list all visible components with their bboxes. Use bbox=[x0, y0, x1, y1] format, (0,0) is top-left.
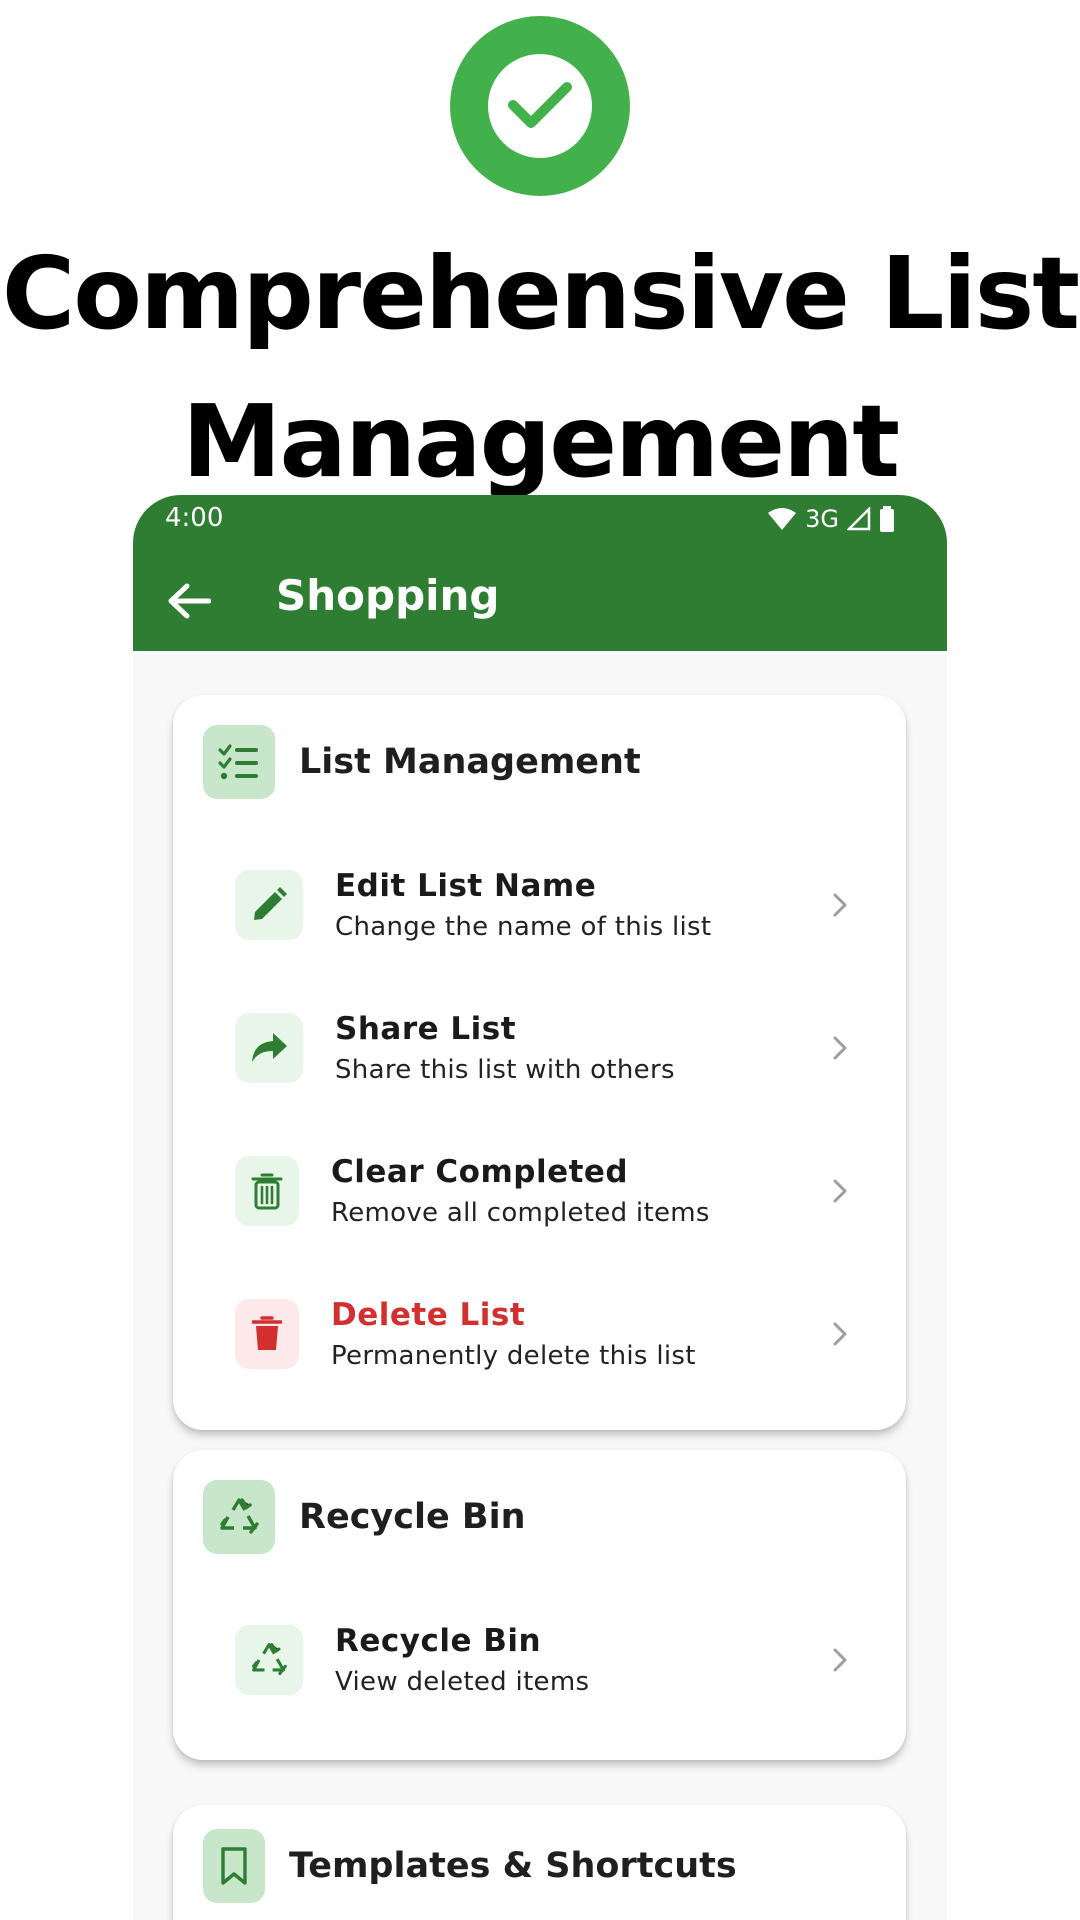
success-badge bbox=[450, 16, 630, 196]
recycle-icon bbox=[252, 1643, 287, 1676]
row-title: Edit List Name bbox=[335, 868, 597, 904]
clear-completed-row[interactable]: Clear Completed Remove all completed ite… bbox=[235, 1141, 875, 1241]
row-title: Share List bbox=[335, 1011, 517, 1047]
back-button[interactable] bbox=[161, 573, 217, 629]
templates-title: Templates & Shortcuts bbox=[289, 1846, 737, 1886]
app-title: Shopping bbox=[276, 571, 500, 620]
back-arrow-icon bbox=[168, 583, 211, 619]
row-subtitle: Change the name of this list bbox=[335, 912, 712, 942]
delete-list-row[interactable]: Delete List Permanently delete this list bbox=[235, 1284, 875, 1384]
app-bar: 4:00 3G Shopping bbox=[133, 495, 947, 651]
list-management-title: List Management bbox=[299, 742, 641, 782]
templates-header: Templates & Shortcuts bbox=[203, 1829, 737, 1903]
recycle-icon bbox=[220, 1498, 259, 1534]
row-title: Delete List bbox=[331, 1297, 526, 1333]
check-circle-icon bbox=[508, 82, 572, 128]
templates-card: Templates & Shortcuts bbox=[173, 1805, 906, 1920]
battery-icon bbox=[880, 506, 894, 532]
pencil-icon bbox=[254, 887, 287, 920]
trash-icon bbox=[252, 1316, 282, 1350]
wifi-icon bbox=[768, 508, 797, 530]
network-label: 3G bbox=[805, 505, 839, 533]
row-subtitle: Remove all completed items bbox=[331, 1198, 710, 1228]
cell-signal-icon bbox=[847, 507, 871, 531]
phone-screen: 4:00 3G Shopping List Management Edit Li… bbox=[133, 495, 947, 1920]
share-icon bbox=[252, 1033, 287, 1062]
row-subtitle: View deleted items bbox=[335, 1667, 590, 1697]
status-time: 4:00 bbox=[165, 503, 224, 533]
chevron-right-icon bbox=[833, 1179, 847, 1203]
edit-list-name-row[interactable]: Edit List Name Change the name of this l… bbox=[235, 855, 875, 955]
status-icons: 3G bbox=[767, 503, 895, 535]
chevron-right-icon bbox=[833, 1322, 847, 1346]
bookmark-icon bbox=[221, 1847, 247, 1885]
row-title: Clear Completed bbox=[331, 1154, 629, 1190]
row-subtitle: Share this list with others bbox=[335, 1055, 675, 1085]
recycle-bin-title: Recycle Bin bbox=[299, 1497, 526, 1537]
recycle-bin-card: Recycle Bin Recycle Bin View deleted ite… bbox=[173, 1450, 906, 1760]
chevron-right-icon bbox=[833, 1648, 847, 1672]
row-title: Recycle Bin bbox=[335, 1623, 542, 1659]
row-subtitle: Permanently delete this list bbox=[331, 1341, 696, 1371]
recycle-bin-header: Recycle Bin bbox=[203, 1480, 526, 1554]
list-management-card: List Management Edit List Name Change th… bbox=[173, 695, 906, 1430]
recycle-bin-row[interactable]: Recycle Bin View deleted items bbox=[235, 1610, 875, 1710]
trash-outline-icon bbox=[251, 1173, 283, 1210]
list-management-header: List Management bbox=[203, 725, 641, 799]
hero-title: Comprehensive List Management bbox=[1, 235, 1080, 500]
share-list-row[interactable]: Share List Share this list with others bbox=[235, 998, 875, 1098]
checklist-icon bbox=[218, 744, 258, 780]
chevron-right-icon bbox=[833, 893, 847, 917]
chevron-right-icon bbox=[833, 1036, 847, 1060]
